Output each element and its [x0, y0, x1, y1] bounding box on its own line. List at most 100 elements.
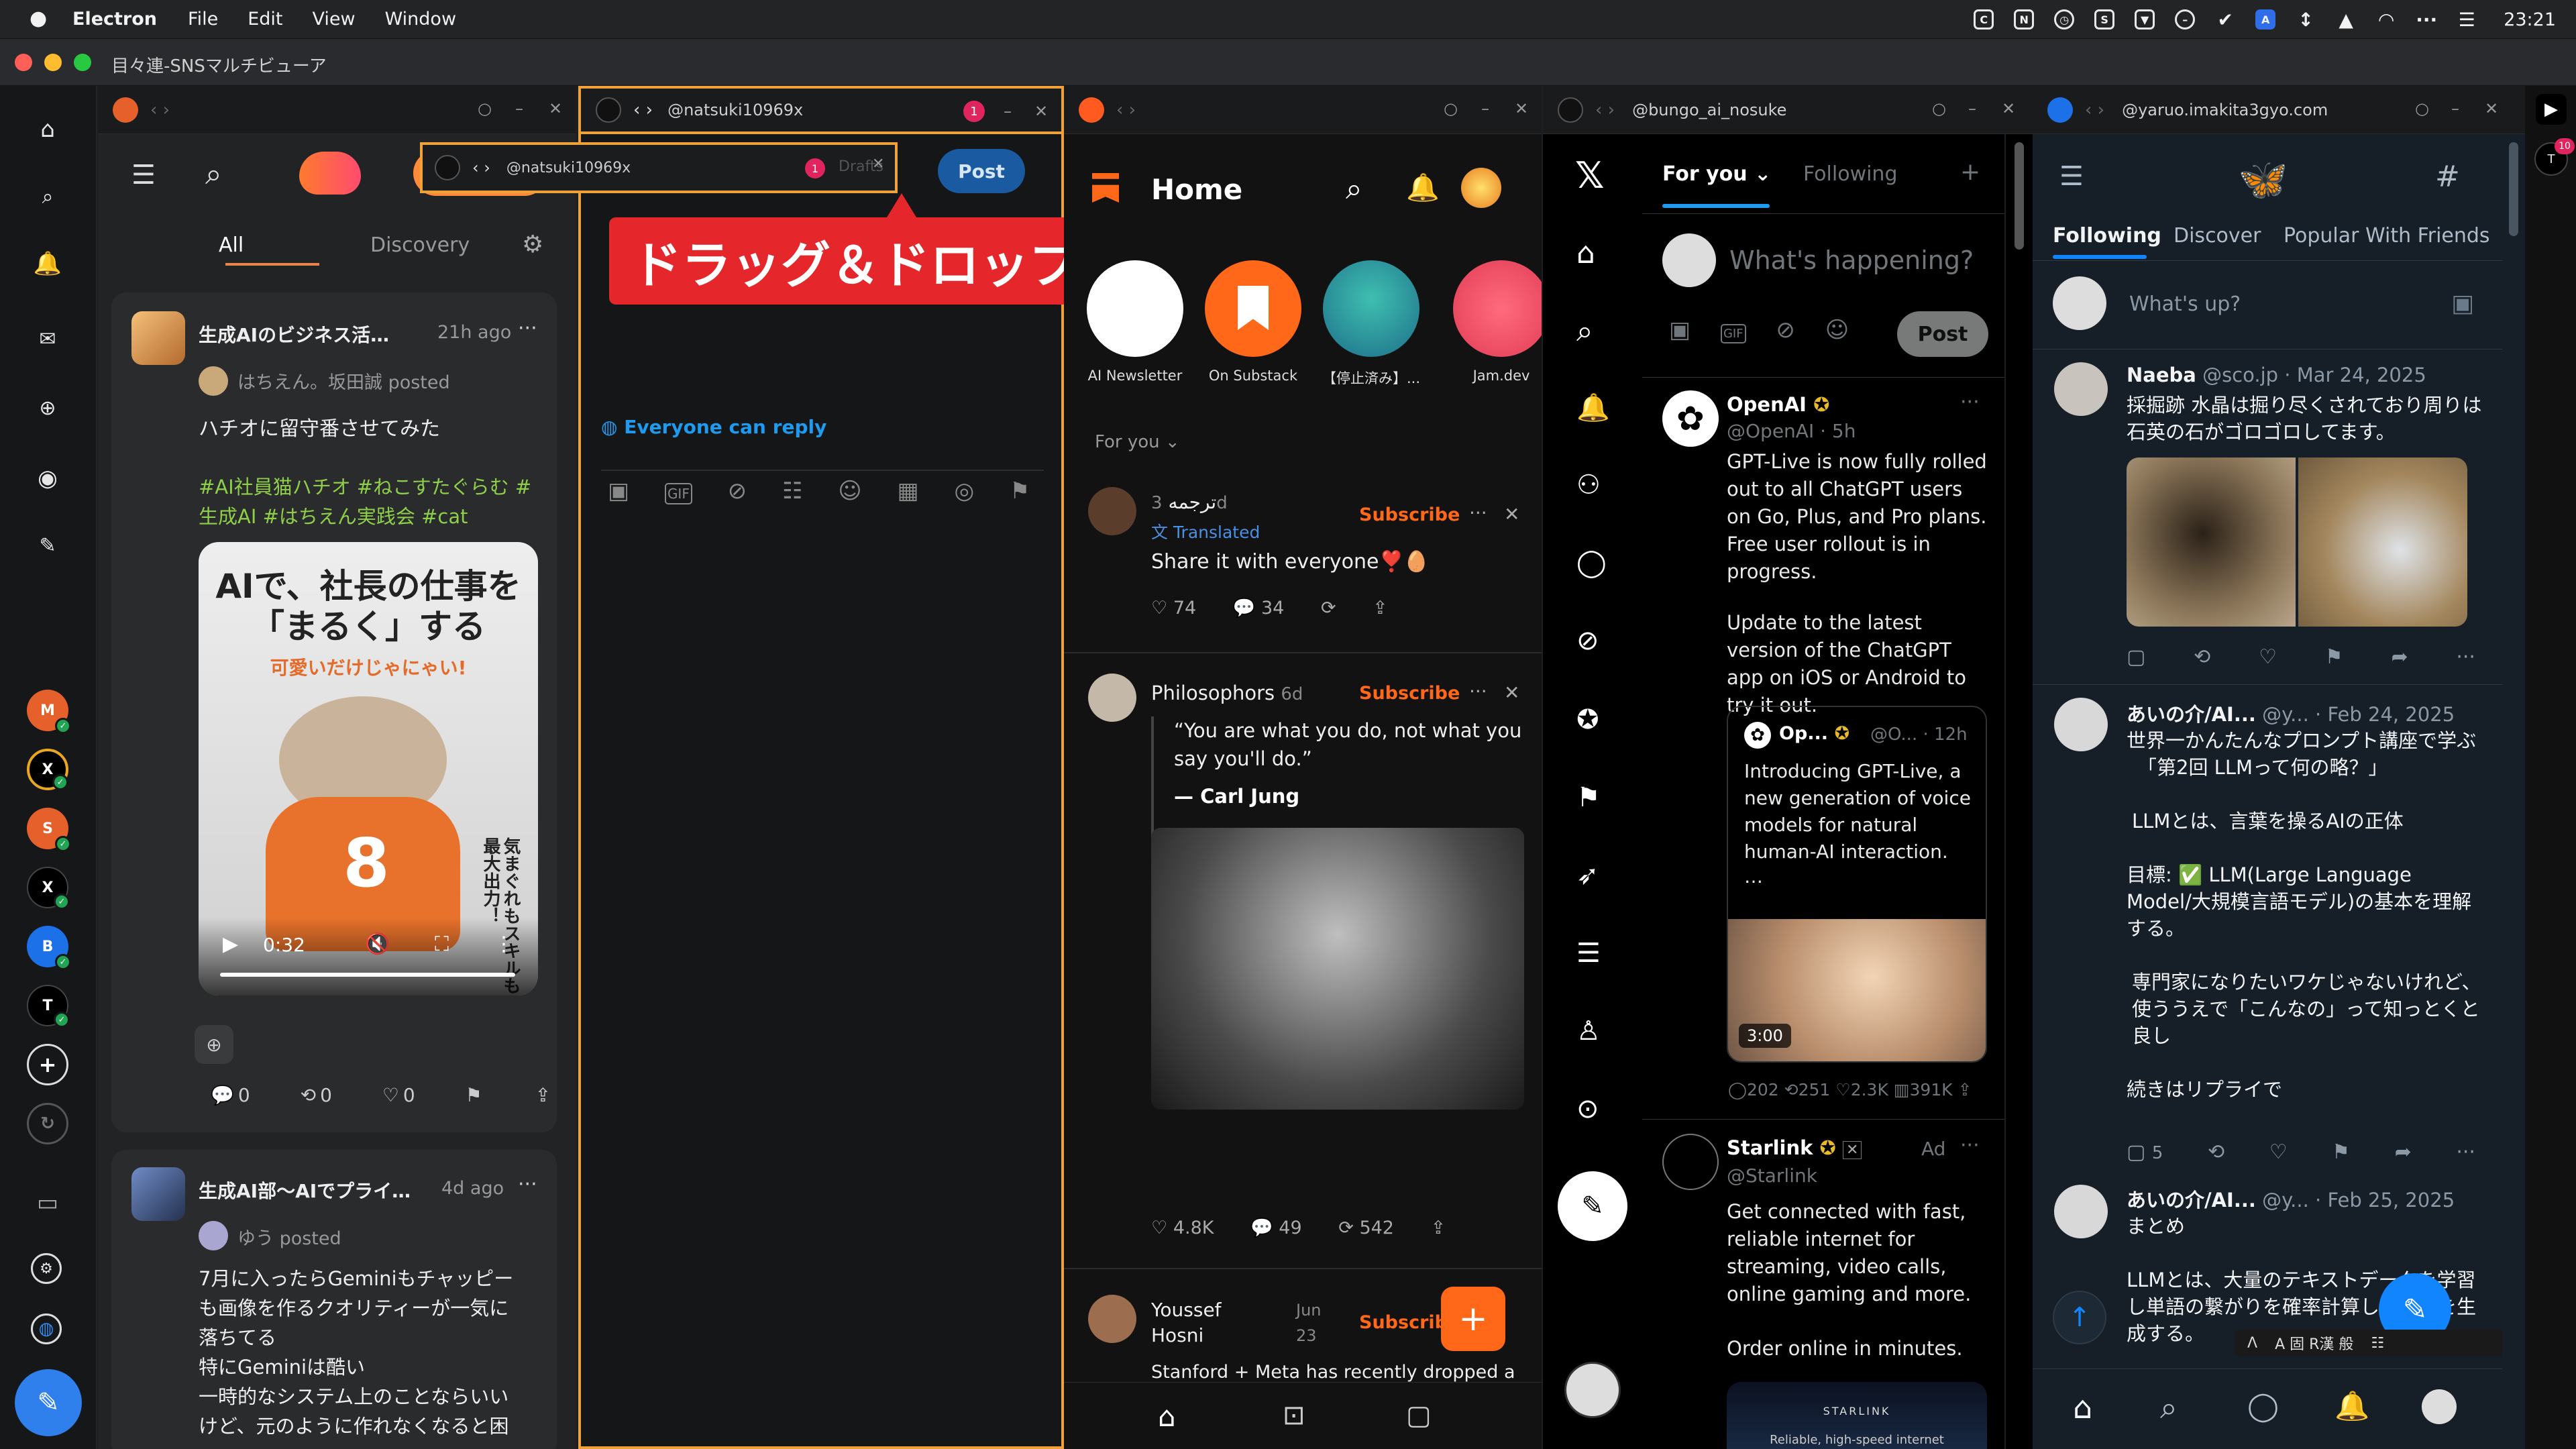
home-icon[interactable]: ⌂ [2073, 1389, 2092, 1426]
menu-app[interactable]: Electron [72, 9, 157, 30]
mail-icon[interactable]: ✉ [31, 322, 64, 356]
story-ai-newsletter[interactable] [1087, 260, 1183, 357]
compose-button[interactable]: ✎ [15, 1369, 82, 1436]
dismiss-icon[interactable]: ✕ [1504, 682, 1519, 704]
video-progress[interactable] [220, 973, 515, 977]
close-column-button[interactable]: ✕ [549, 99, 562, 118]
reply-icon[interactable]: ◯ [1728, 1080, 1747, 1099]
tab-for-you[interactable]: For you ⌄ [1662, 162, 1771, 186]
tab-all[interactable]: All [219, 233, 244, 257]
more-icon[interactable]: ··· [2456, 1140, 2475, 1164]
tab-discover[interactable]: Discover [2174, 224, 2261, 248]
story-jam-dev[interactable] [1453, 260, 1542, 357]
search-icon[interactable]: ⌕ [2160, 1389, 2178, 1427]
rocket-icon[interactable]: ➶ [1576, 860, 1599, 891]
tray-shield-icon[interactable]: ▼ [2135, 9, 2155, 30]
gif-icon[interactable]: GIF [1720, 324, 1746, 343]
share-icon[interactable]: ⇪ [1958, 1080, 1972, 1099]
repost-icon[interactable]: ⟲ [2208, 1140, 2224, 1164]
wifi-icon[interactable]: ◠ [2376, 9, 2396, 31]
author-name[interactable]: Youssef Hosni [1151, 1297, 1232, 1348]
reply-icon[interactable]: ▢ [2127, 645, 2145, 669]
heart-icon[interactable]: ♡ [1151, 598, 1167, 619]
channel-name[interactable]: 生成AIのビジネス活… [199, 321, 389, 347]
clock[interactable]: 23:21 [2504, 9, 2556, 30]
image-icon[interactable]: ▣ [608, 478, 629, 504]
inbox-icon[interactable]: ⊡ [1283, 1400, 1305, 1431]
subscribe-button[interactable]: Subscribe [1359, 683, 1460, 704]
heart-icon[interactable]: ♡ [1835, 1080, 1850, 1099]
minimize-column-button[interactable]: – [1481, 99, 1489, 118]
home-icon[interactable]: ⌂ [1576, 236, 1595, 270]
settings-icon[interactable]: ⚙ [31, 1253, 62, 1284]
search-icon[interactable]: ⌕ [31, 180, 64, 213]
bookmark-icon[interactable]: ⚑ [1576, 782, 1601, 813]
follow-icon[interactable]: ⚇ [1576, 470, 1601, 500]
more-icon[interactable]: ··· [2456, 645, 2475, 669]
minimize-window-button[interactable] [44, 54, 62, 71]
menu-icon[interactable]: ☰ [131, 160, 156, 191]
tab-popular-with-friends[interactable]: Popular With Friends [2284, 224, 2490, 248]
heart-icon[interactable]: ♡ [2259, 645, 2277, 669]
more-icon[interactable]: ··· [1469, 502, 1487, 524]
hashtag-icon[interactable]: # [2435, 160, 2460, 194]
add-tab-icon[interactable]: + [1960, 158, 1980, 186]
renote-icon[interactable]: ⟲ [301, 1084, 316, 1106]
author-avatar[interactable] [1088, 1295, 1136, 1343]
menu-view[interactable]: View [313, 9, 356, 30]
add-reaction-icon[interactable]: ⊕ [195, 1025, 233, 1064]
apple-icon[interactable]: ● [30, 7, 47, 30]
account-bluesky[interactable]: B ✓ [27, 926, 71, 970]
openai-avatar[interactable]: ✿ [1662, 390, 1719, 447]
pencil-icon[interactable]: ✎ [31, 529, 64, 562]
minimize-column-button[interactable]: – [1968, 99, 1976, 118]
gif-icon[interactable]: GIF [664, 483, 692, 504]
heart-icon[interactable]: ♡ [382, 1084, 399, 1106]
menu-edit[interactable]: Edit [248, 9, 282, 30]
more-icon[interactable]: ··· [1960, 390, 1980, 414]
minimize-column-button[interactable]: – [2451, 99, 2459, 118]
more-icon[interactable]: ··· [1960, 1134, 1980, 1157]
fullscreen-icon[interactable]: ⛶ [435, 932, 449, 956]
share-icon[interactable]: ➦ [2391, 645, 2408, 669]
new-note-button[interactable]: + [1441, 1287, 1505, 1351]
bookmark-icon[interactable]: ⚑ [466, 1084, 482, 1106]
message-icon[interactable]: ◯ [1576, 547, 1607, 578]
feed-selector[interactable]: For you ⌄ [1095, 432, 1180, 452]
tray-clock-icon[interactable]: ◷ [2054, 9, 2075, 30]
bookmark-icon[interactable]: ⚑ [2332, 1140, 2350, 1164]
nav-arrows-icon[interactable]: ‹ › [633, 100, 653, 120]
ime-toolbar[interactable]: ΛA 固 R漢 般 ☷ [2234, 1330, 2502, 1356]
nav-arrows-icon[interactable]: ‹ › [150, 100, 170, 120]
more-icon[interactable]: ··· [518, 317, 537, 340]
refresh-icon[interactable]: ↻ [27, 1103, 68, 1144]
post-header[interactable]: あいの介/AI... @y... · Feb 25, 2025 [2127, 1185, 2455, 1213]
tweet-author[interactable]: OpenAI ✪ [1727, 393, 1829, 416]
profile-avatar[interactable] [1564, 1362, 1621, 1418]
post-image[interactable] [2127, 458, 2296, 627]
close-column-button[interactable]: ✕ [1515, 99, 1528, 118]
scrollbar-thumb[interactable] [2015, 142, 2024, 250]
video-more-icon[interactable]: ⋮ [494, 932, 514, 956]
tweet-author[interactable]: Starlink ✪ ✕ [1727, 1136, 1862, 1159]
story-on-substack[interactable] [1205, 260, 1301, 357]
bell-icon[interactable]: 🔔 [1406, 172, 1440, 203]
record-icon[interactable]: ◉ [31, 462, 64, 495]
reply-icon[interactable]: ▢ 5 [2127, 1140, 2163, 1164]
author-avatar[interactable] [2054, 1185, 2108, 1238]
globe-icon[interactable]: ⊕ [31, 391, 64, 425]
zoom-window-button[interactable] [74, 54, 91, 71]
filter-icon[interactable]: ⚙ [522, 231, 543, 258]
heart-icon[interactable]: ♡ [2269, 1140, 2288, 1164]
poll-icon[interactable]: ☷ [782, 478, 802, 504]
tray-icon[interactable]: C [1974, 9, 1994, 30]
play-icon[interactable]: ▶ [223, 932, 238, 956]
post-hashtags[interactable]: #AI社員猫ハチオ #ねこすたぐらむ #生成AI #はちえん実践会 #cat [199, 472, 534, 531]
x-logo-icon[interactable]: 𝕏 [1575, 154, 1605, 197]
image-icon[interactable]: ▣ [1669, 317, 1690, 343]
compose-input[interactable]: What's up? [2129, 292, 2241, 316]
control-center-icon[interactable]: ☰ [2457, 9, 2477, 31]
account-x-1[interactable]: X ✓ [27, 749, 68, 790]
emoji-icon[interactable]: ☺ [1825, 317, 1849, 343]
comment-icon[interactable]: 💬 [1250, 1218, 1273, 1238]
